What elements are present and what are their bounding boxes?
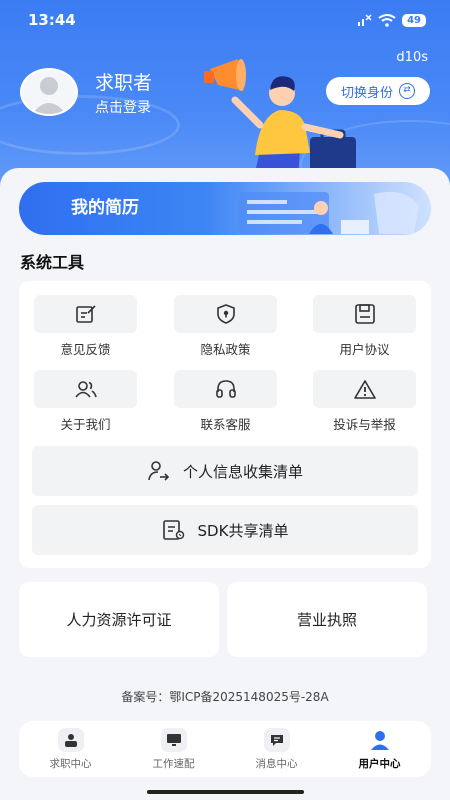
tool-feedback[interactable]: 意见反馈 (34, 295, 137, 357)
tool-tile (34, 295, 137, 333)
wide-button-label: 个人信息收集清单 (182, 462, 303, 481)
bottom-tab-bar: 求职中心 工作速配 消息中心 用户中心 (19, 721, 431, 777)
tool-user-agreement[interactable]: 用户协议 (313, 295, 416, 357)
tab-message-center[interactable]: 消息中心 (227, 727, 327, 771)
switch-arrows-icon: ⇄ (399, 83, 415, 99)
status-icons: 49 (358, 13, 426, 27)
switch-identity-label: 切换身份 (340, 85, 393, 101)
agreement-save-icon (354, 304, 375, 324)
tool-label: 投诉与举报 (333, 417, 396, 432)
tool-tile (34, 370, 137, 408)
tool-complaint-report[interactable]: 投诉与举报 (313, 370, 416, 432)
tool-tile (313, 370, 416, 408)
tab-label: 工作速配 (152, 757, 195, 770)
tool-tile (174, 295, 277, 333)
headset-icon (215, 380, 236, 398)
icp-record: 备案号：鄂ICP备2025148025号-28A (121, 690, 329, 704)
tab-job-center[interactable]: 求职中心 (21, 727, 121, 771)
countdown-timer: d10s (396, 50, 428, 65)
warning-icon (353, 380, 376, 399)
tool-label: 意见反馈 (60, 342, 111, 357)
battery-indicator: 49 (402, 13, 426, 27)
personal-info-collection-list-button[interactable]: 个人信息收集清单 (32, 446, 418, 496)
tool-about-us[interactable]: 关于我们 (34, 370, 137, 432)
wide-button-label: SDK共享清单 (197, 521, 289, 540)
login-link[interactable]: 点击登录 (95, 97, 151, 117)
tool-label: 关于我们 (60, 417, 111, 432)
tool-tile (313, 295, 416, 333)
tab-label: 用户中心 (358, 757, 401, 770)
switch-identity-button[interactable]: 切换身份 ⇄ (326, 77, 430, 105)
home-indicator (147, 790, 304, 794)
hr-license-button[interactable]: 人力资源许可证 (19, 582, 219, 657)
signal-off-icon (358, 14, 372, 26)
resume-illustration (239, 191, 419, 234)
cert-label: 人力资源许可证 (66, 611, 172, 629)
privacy-shield-icon (216, 304, 235, 324)
avatar[interactable] (20, 68, 78, 116)
my-resume-banner[interactable]: 我的简历 (19, 182, 431, 235)
user-arrow-icon (148, 461, 170, 481)
tool-label: 联系客服 (200, 417, 251, 432)
tab-job-matching[interactable]: 工作速配 (124, 727, 224, 771)
tab-label: 求职中心 (49, 757, 92, 770)
user-center-icon (367, 728, 393, 752)
tab-user-center[interactable]: 用户中心 (330, 728, 430, 771)
document-list-icon (162, 520, 184, 540)
users-icon (74, 381, 97, 398)
my-resume-label: 我的简历 (71, 198, 139, 218)
tool-contact-support[interactable]: 联系客服 (174, 370, 277, 432)
message-icon (263, 727, 290, 752)
feedback-edit-icon (75, 305, 96, 323)
status-time: 13:44 (28, 11, 76, 29)
cert-label: 营业执照 (296, 611, 357, 629)
tool-label: 用户协议 (339, 342, 390, 357)
business-license-button[interactable]: 营业执照 (227, 582, 427, 657)
tool-tile (174, 370, 277, 408)
section-title: 系统工具 (20, 253, 85, 272)
profile-name: 求职者 (95, 72, 153, 94)
monitor-icon (160, 727, 187, 752)
tool-label: 隐私政策 (200, 342, 251, 357)
status-bar: 13:44 49 (0, 0, 450, 40)
tool-privacy-policy[interactable]: 隐私政策 (174, 295, 277, 357)
default-avatar-icon (32, 77, 66, 114)
job-center-icon (57, 727, 84, 752)
tab-label: 消息中心 (255, 757, 298, 770)
sdk-share-list-button[interactable]: SDK共享清单 (32, 505, 418, 555)
wifi-icon (378, 13, 396, 27)
